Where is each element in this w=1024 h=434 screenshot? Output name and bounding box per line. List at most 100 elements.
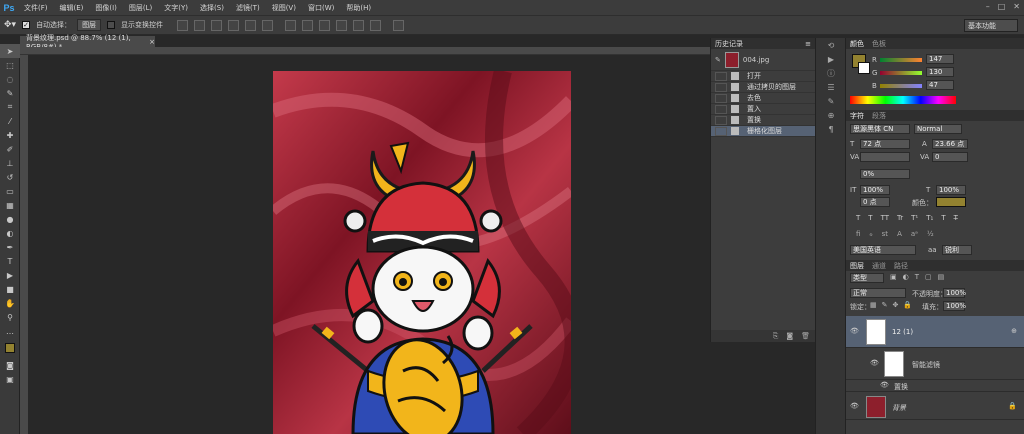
font-family-select[interactable]: 思源黑体 CN [850, 124, 910, 134]
lock-all-icon[interactable]: 🔒 [903, 301, 912, 309]
language-select[interactable]: 美国英语 [850, 245, 916, 255]
underline-button[interactable]: T [941, 214, 945, 222]
history-item[interactable]: 置换 [711, 115, 815, 126]
kerning-field[interactable] [860, 152, 910, 162]
history-item[interactable]: 置入 [711, 104, 815, 115]
fraction-icon[interactable]: ½ [927, 230, 934, 238]
distribute-top-icon[interactable] [285, 19, 297, 31]
g-value[interactable]: 130 [926, 67, 954, 77]
all-caps-button[interactable]: TT [881, 214, 889, 222]
auto-select-dropdown[interactable]: 图层 [77, 19, 102, 31]
r-slider[interactable] [880, 58, 922, 62]
move-tool-icon[interactable]: ➤ [0, 44, 20, 58]
brush-tool-icon[interactable]: ✐ [0, 142, 20, 156]
faux-italic-button[interactable]: T [868, 214, 872, 222]
more-tools-icon[interactable]: … [0, 324, 20, 338]
history-checkbox[interactable] [715, 126, 727, 136]
eyedropper-tool-icon[interactable]: ⁄ [0, 114, 20, 128]
scale-field[interactable]: 0% [860, 169, 910, 179]
stamp-tool-icon[interactable]: ⊥ [0, 156, 20, 170]
font-size-field[interactable]: 72 点 [860, 139, 910, 149]
clone-panel-icon[interactable]: ⊕ [816, 108, 846, 122]
tracking-field[interactable]: 0 [932, 152, 968, 162]
auto-align-icon[interactable] [393, 19, 405, 31]
paragraph-panel-icon[interactable]: ¶ [816, 122, 846, 136]
pen-tool-icon[interactable]: ✒ [0, 240, 20, 254]
baseline-field[interactable]: 0 点 [860, 197, 890, 207]
color-swatch-icon[interactable] [0, 338, 20, 358]
history-checkbox[interactable] [715, 71, 727, 81]
menu-type[interactable]: 文字(Y) [158, 3, 194, 13]
history-checkbox[interactable] [715, 104, 727, 114]
small-caps-button[interactable]: Tr [897, 214, 903, 222]
tab-paths[interactable]: 路径 [890, 261, 912, 271]
gradient-tool-icon[interactable]: ▦ [0, 198, 20, 212]
panel-menu-icon[interactable]: ≡ [805, 40, 811, 48]
history-checkbox[interactable] [715, 93, 727, 103]
bg-color-swatch[interactable] [858, 62, 870, 74]
blend-mode-select[interactable]: 正常 [850, 288, 906, 298]
visibility-eye-icon[interactable]: 👁 [850, 402, 859, 410]
visibility-eye-icon[interactable]: 👁 [880, 381, 889, 389]
align-left-icon[interactable] [228, 19, 240, 31]
distribute-right-icon[interactable] [370, 19, 382, 31]
vscale-field[interactable]: 100% [860, 185, 890, 195]
menu-filter[interactable]: 滤镜(T) [230, 3, 266, 13]
g-slider[interactable] [880, 71, 922, 75]
trash-icon[interactable]: 🗑 [801, 332, 810, 340]
smart-filter-icon[interactable]: ▤ [938, 273, 945, 281]
history-item[interactable]: 去色 [711, 93, 815, 104]
history-item-active[interactable]: 栅格化图层 [711, 126, 815, 137]
tab-swatches[interactable]: 色板 [868, 39, 890, 49]
faux-bold-button[interactable]: T [856, 214, 860, 222]
b-slider[interactable] [880, 84, 922, 88]
ordinal-icon[interactable]: aᵃ [911, 230, 918, 238]
visibility-eye-icon[interactable]: 👁 [870, 359, 879, 367]
zoom-tool-icon[interactable]: ⚲ [0, 310, 20, 324]
history-brush-icon[interactable]: ↺ [0, 170, 20, 184]
font-style-select[interactable]: Normal [914, 124, 962, 134]
history-checkbox[interactable] [715, 82, 727, 92]
properties-panel-icon[interactable]: ☰ [816, 80, 846, 94]
shape-filter-icon[interactable]: ▢ [925, 273, 932, 281]
history-item[interactable]: 打开 [711, 71, 815, 82]
shape-tool-icon[interactable]: ■ [0, 282, 20, 296]
tab-channels[interactable]: 通道 [868, 261, 890, 271]
align-hcenter-icon[interactable] [245, 19, 257, 31]
history-panel-icon[interactable]: ⟲ [816, 38, 846, 52]
distribute-hcenter-icon[interactable] [353, 19, 365, 31]
align-bottom-icon[interactable] [211, 19, 223, 31]
close-icon[interactable]: ✕ [1013, 2, 1020, 11]
distribute-left-icon[interactable] [336, 19, 348, 31]
crop-tool-icon[interactable]: ⌗ [0, 100, 20, 114]
move-tool-icon[interactable]: ✥▾ [4, 20, 16, 30]
type-tool-icon[interactable]: T [0, 254, 20, 268]
strikethrough-button[interactable]: T̶ [954, 214, 958, 222]
layer-row-selected[interactable]: 👁 12 (1) ⊕ [846, 316, 1024, 348]
history-checkbox[interactable] [715, 115, 727, 125]
leading-field[interactable]: 23.66 点 [932, 139, 968, 149]
menu-edit[interactable]: 编辑(E) [54, 3, 90, 13]
opacity-field[interactable]: 100% [943, 288, 966, 298]
menu-view[interactable]: 视图(V) [266, 3, 302, 13]
menu-select[interactable]: 选择(S) [194, 3, 230, 13]
superscript-button[interactable]: T¹ [911, 214, 918, 222]
brush-panel-icon[interactable]: ✎ [816, 94, 846, 108]
info-panel-icon[interactable]: ⓘ [816, 66, 846, 80]
path-select-icon[interactable]: ▶ [0, 268, 20, 282]
transform-checkbox[interactable] [107, 21, 116, 29]
background-layer-name[interactable]: 背景 [892, 403, 906, 413]
text-color-swatch[interactable] [936, 197, 966, 207]
align-top-icon[interactable] [177, 19, 189, 31]
layer-name[interactable]: 12 (1) [892, 328, 913, 336]
canvas-area[interactable] [28, 55, 710, 434]
align-vcenter-icon[interactable] [194, 19, 206, 31]
close-tab-icon[interactable]: × [149, 38, 155, 46]
lock-position-icon[interactable]: ✥ [893, 301, 899, 309]
lock-pixels-icon[interactable]: ▦ [870, 301, 877, 309]
pixel-filter-icon[interactable]: ▣ [890, 273, 897, 281]
healing-tool-icon[interactable]: ✚ [0, 128, 20, 142]
swash-icon[interactable]: ℴ [869, 230, 872, 238]
filter-displace-row[interactable]: 👁 置换 [846, 380, 1024, 392]
history-item[interactable]: 通过拷贝的图层 [711, 82, 815, 93]
